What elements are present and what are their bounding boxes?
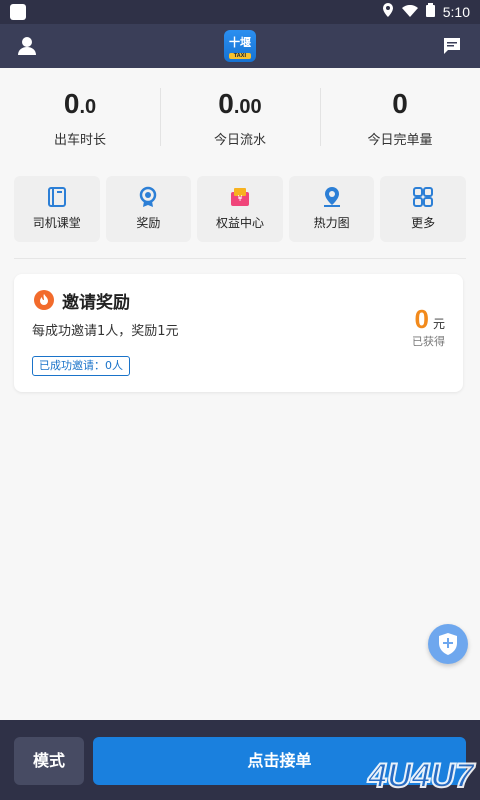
stat-int: 0 — [218, 88, 234, 119]
stat-label: 今日流水 — [213, 133, 266, 148]
stat-drive-duration: 0.0 出车时长 — [0, 84, 160, 154]
svg-text:¥: ¥ — [237, 194, 242, 203]
quick-label: 奖励 — [136, 216, 161, 230]
medal-icon — [137, 186, 159, 208]
watermark-logo: 4U4U7 — [367, 756, 475, 796]
quick-more[interactable]: 更多 — [380, 176, 466, 242]
quick-driver-class[interactable]: 司机课堂 — [14, 176, 100, 242]
invite-reward-card[interactable]: 邀请奖励 每成功邀请1人，奖励1元 已成功邀请：0人 0元 已获得 — [14, 274, 463, 392]
notification-icon — [10, 4, 26, 20]
grid-icon — [412, 186, 434, 208]
invite-title: 邀请奖励 — [62, 293, 130, 313]
amount-unit: 元 — [432, 317, 445, 331]
map-pin-icon — [321, 186, 343, 208]
quick-benefit-center[interactable]: ¥ 权益中心 — [197, 176, 283, 242]
quick-label: 热力图 — [313, 216, 350, 230]
quick-label: 权益中心 — [215, 216, 264, 230]
quick-label: 司机课堂 — [32, 216, 81, 230]
stat-today-revenue: 0.00 今日流水 — [160, 84, 320, 154]
quick-heatmap[interactable]: 热力图 — [288, 176, 375, 242]
stat-today-orders: 0 今日完单量 — [320, 84, 480, 154]
invite-description: 每成功邀请1人，奖励1元 — [32, 324, 179, 339]
amount-earned-label: 已获得 — [412, 335, 445, 348]
logo-text: 十堰 — [229, 36, 251, 49]
fire-icon — [34, 290, 54, 310]
book-icon — [46, 186, 68, 208]
invite-amount: 0元 已获得 — [412, 304, 445, 349]
stat-label: 今日完单量 — [367, 133, 433, 148]
amount-value: 0 — [414, 304, 429, 334]
location-icon — [382, 3, 394, 20]
clock-time: 5:10 — [442, 3, 470, 20]
logo-sub: TAXI — [229, 53, 251, 59]
bottom-bar: 模式 点击接单 4U4U7 — [0, 720, 480, 800]
mode-button[interactable]: 模式 — [14, 737, 84, 785]
user-icon[interactable] — [16, 36, 38, 56]
gift-icon: ¥ — [229, 186, 251, 208]
stat-dec: .0 — [79, 96, 97, 118]
app-logo: 十堰 TAXI — [224, 30, 256, 62]
divider — [14, 258, 466, 259]
stat-label: 出车时长 — [53, 133, 106, 148]
status-bar: 5:10 — [0, 0, 480, 24]
add-shield-button[interactable] — [428, 624, 468, 664]
invite-count-badge: 已成功邀请：0人 — [32, 356, 130, 376]
battery-icon — [425, 3, 435, 20]
quick-reward[interactable]: 奖励 — [105, 176, 192, 242]
stats-panel: 0.0 出车时长 0.00 今日流水 0 今日完单量 — [0, 84, 480, 154]
quick-label: 更多 — [411, 216, 436, 230]
stat-dec: .00 — [233, 96, 262, 118]
shield-plus-icon — [439, 633, 457, 655]
app-bar: 十堰 TAXI — [0, 24, 480, 68]
quick-actions: 司机课堂 奖励 ¥ 权益中心 热力图 更多 — [14, 176, 466, 242]
stat-int: 0 — [63, 88, 80, 119]
stat-int: 0 — [392, 88, 408, 119]
wifi-icon — [401, 4, 418, 20]
message-icon[interactable] — [442, 36, 462, 56]
